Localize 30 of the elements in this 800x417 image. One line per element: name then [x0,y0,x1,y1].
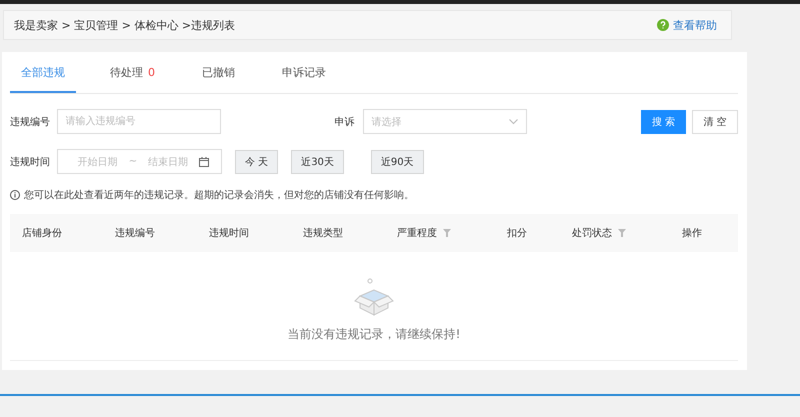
date-preset-button[interactable]: 近90天 [370,150,424,174]
date-preset-button[interactable]: 近30天 [291,150,344,174]
empty-message: 当前没有违规记录，请继续保持! [288,326,460,342]
field-label: 申诉 [334,116,356,128]
filter-icon[interactable] [618,229,626,237]
tab[interactable]: 申诉记录 [282,65,326,93]
empty-box-icon [353,276,395,318]
date-preset-button[interactable]: 今 天 [235,150,278,174]
input-field[interactable]: 请输入违规编号 [56,109,221,134]
column-header: 违规时间 [209,226,249,240]
clear-button[interactable]: 清 空 [692,110,738,134]
column-header: 操作 [682,227,702,240]
tab[interactable]: 已撤销 [202,65,235,93]
column-header: 处罚状态 [572,226,612,240]
breadcrumb: 我是卖家 > 宝贝管理 > 体检中心 >违规列表 [14,18,236,32]
field-label: 违规编号 [10,116,51,128]
calendar-icon [199,156,210,166]
column-header: 扣分 [507,226,527,240]
help-link[interactable]: 查看帮助 [657,18,717,32]
info-icon [10,190,20,200]
column-header: 违规类型 [303,226,343,240]
column-header: 严重程度 [397,226,437,240]
notice-text: 您可以在此处查看近两年的违规记录。超期的记录会消失，但对您的店铺没有任何影响。 [24,188,414,202]
help-icon [657,19,669,31]
chevron-down-icon [508,118,518,124]
tab[interactable]: 待处理 0 [110,65,155,93]
field-label: 违规时间 [10,156,51,168]
filter-icon[interactable] [443,229,451,237]
column-header: 违规编号 [115,226,155,240]
column-header: 店铺身份 [22,226,62,240]
